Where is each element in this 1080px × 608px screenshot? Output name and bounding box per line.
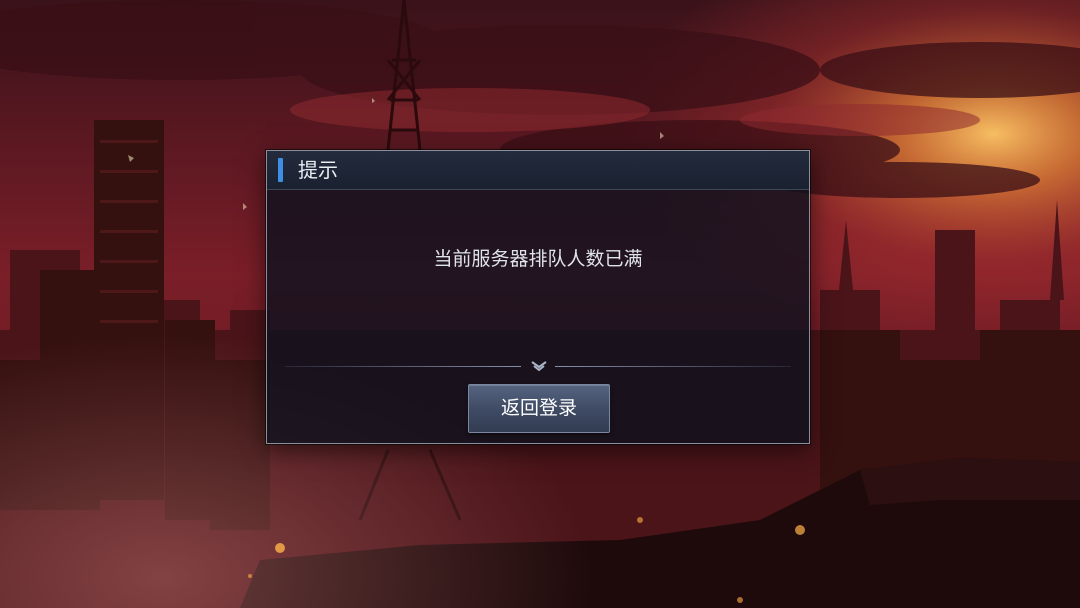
double-chevron-down-icon: [531, 361, 547, 372]
notice-dialog: 提示 当前服务器排队人数已满 返回登录: [266, 150, 810, 444]
dialog-title: 提示: [298, 158, 338, 182]
dialog-divider: [285, 359, 791, 373]
dialog-header: 提示: [267, 151, 809, 190]
header-accent-bar: [278, 158, 283, 182]
return-to-login-button[interactable]: 返回登录: [468, 384, 610, 433]
dialog-message: 当前服务器排队人数已满: [433, 248, 643, 270]
